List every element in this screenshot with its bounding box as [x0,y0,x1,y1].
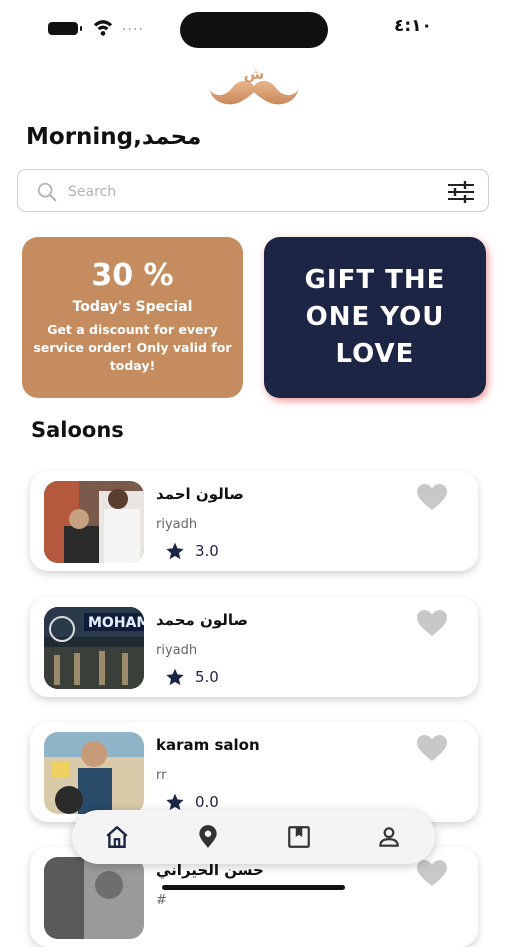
saloon-name: karam salon [156,736,260,754]
svg-text:MOHAM: MOHAM [88,615,144,631]
heart-icon[interactable] [416,483,448,511]
star-icon [166,793,184,811]
signal-dots: .... [122,18,144,34]
filter-icon[interactable] [446,180,476,204]
star-icon [166,668,184,686]
saloon-photo [44,732,144,814]
svg-text:ش: ش [244,65,265,83]
clock: ٤:١٠ [394,16,432,36]
saloon-photo [44,857,144,939]
discount-percent: 30 % [91,258,174,293]
status-bar: .... ٤:١٠ [0,0,507,62]
bottom-tab-bar [72,810,435,864]
discount-title: Today's Special [72,299,193,315]
saloon-name: صالون احمد [156,485,244,503]
saloon-city: # [156,893,167,908]
home-indicator [162,885,345,890]
saloon-name: صالون محمد [156,611,249,629]
greeting-title: Morning,محمد [26,124,202,150]
gift-text: GIFT THE ONE YOU LOVE [304,265,446,369]
location-icon[interactable] [195,824,221,850]
search-input[interactable] [66,178,430,206]
home-icon[interactable] [104,824,130,850]
heart-icon[interactable] [416,609,448,637]
profile-icon[interactable] [376,824,402,850]
saloon-city: rr [156,768,167,783]
section-title-saloons: Saloons [31,418,124,442]
saloon-card[interactable]: صالون احمد riyadh 3.0 [30,471,478,571]
saloon-city: riyadh [156,643,198,658]
heart-icon[interactable] [416,859,448,887]
discount-description: Get a discount for every service order! … [33,322,232,373]
saloon-city: riyadh [156,517,198,532]
saloon-card[interactable]: karam salon rr 0.0 [30,722,478,822]
heart-icon[interactable] [416,734,448,762]
saloon-card[interactable]: MOHAM صالون محمد riyadh 5.0 [30,597,478,697]
battery-icon [48,22,82,35]
mustache-logo-icon: ش [210,65,298,105]
saloon-photo: MOHAM [44,607,144,689]
search-bar [17,169,489,212]
saloon-rating: 0.0 [195,793,219,811]
gift-promo-card[interactable]: GIFT THE ONE YOU LOVE [264,237,486,398]
saloon-photo [44,481,144,563]
discount-promo-card[interactable]: 30 % Today's Special Get a discount for … [22,237,243,398]
star-icon [166,542,184,560]
bookmark-icon[interactable] [286,824,312,850]
saloon-rating: 5.0 [195,668,219,686]
dynamic-island [180,12,328,48]
wifi-icon [93,20,113,36]
search-icon [37,182,57,202]
saloon-rating: 3.0 [195,542,219,560]
